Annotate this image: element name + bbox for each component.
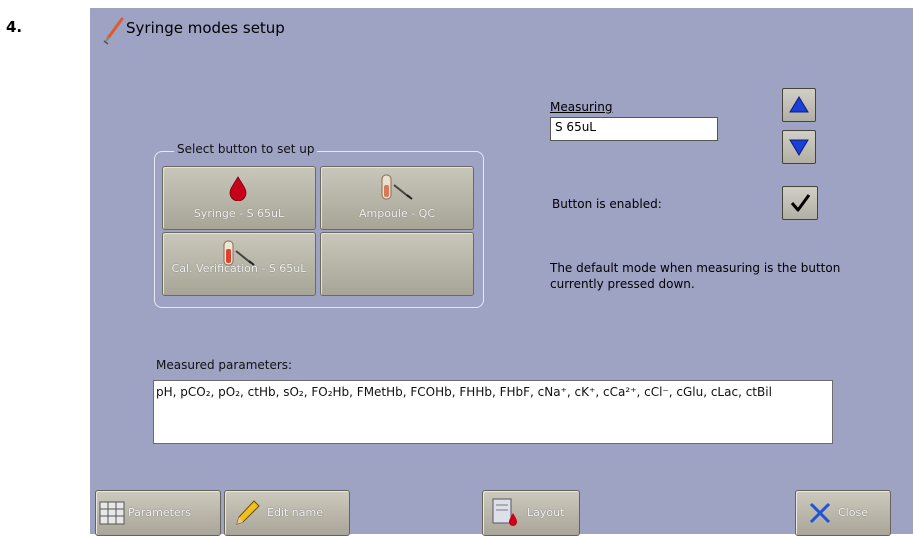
move-up-button[interactable] bbox=[782, 88, 816, 122]
blood-drop-icon bbox=[227, 175, 249, 205]
analyzer-screen: Syringe modes setup Select button to set… bbox=[90, 8, 913, 536]
syringe-icon bbox=[100, 16, 128, 46]
layout-button-label: Layout bbox=[527, 506, 565, 519]
window-title: Syringe modes setup bbox=[126, 19, 285, 37]
default-mode-note: The default mode when measuring is the b… bbox=[550, 261, 841, 291]
syringe-mode-label: Syringe - S 65uL bbox=[193, 207, 285, 220]
close-button-label: Close bbox=[838, 506, 868, 519]
step-number: 4. bbox=[6, 18, 23, 36]
edit-name-button[interactable]: Edit name bbox=[224, 490, 350, 536]
ampoule-mode-label: Ampoule - QC bbox=[358, 207, 436, 220]
ampoule-icon bbox=[379, 173, 415, 207]
checkmark-icon bbox=[789, 192, 811, 218]
parameters-button-label: Parameters bbox=[128, 506, 191, 519]
grid-icon bbox=[99, 501, 125, 529]
syringe-mode-button[interactable]: Syringe - S 65uL bbox=[162, 166, 316, 230]
layout-icon bbox=[491, 497, 521, 533]
edit-name-button-label: Edit name bbox=[267, 506, 323, 519]
measured-parameters-field[interactable]: pH, pCO₂, pO₂, ctHb, sO₂, FO₂Hb, FMetHb,… bbox=[153, 380, 833, 444]
layout-button[interactable]: Layout bbox=[482, 490, 580, 536]
close-button[interactable]: Close bbox=[795, 490, 891, 536]
measuring-label: Measuring bbox=[550, 100, 613, 114]
cal-verification-mode-button[interactable]: Cal. Verification - S 65uL bbox=[162, 232, 316, 296]
empty-mode-button[interactable] bbox=[320, 232, 474, 296]
select-group-legend: Select button to set up bbox=[174, 142, 318, 156]
arrow-up-icon bbox=[789, 96, 809, 118]
measuring-name-field[interactable]: S 65uL bbox=[550, 117, 718, 141]
button-enabled-label: Button is enabled: bbox=[552, 197, 662, 211]
button-enabled-checkbox[interactable] bbox=[782, 186, 818, 220]
move-down-button[interactable] bbox=[782, 130, 816, 164]
parameters-button[interactable]: Parameters bbox=[95, 490, 221, 536]
arrow-down-icon bbox=[789, 138, 809, 160]
cal-verification-mode-label: Cal. Verification - S 65uL bbox=[171, 262, 307, 275]
ampoule-mode-button[interactable]: Ampoule - QC bbox=[320, 166, 474, 230]
close-icon bbox=[808, 501, 832, 529]
pencil-icon bbox=[233, 499, 261, 531]
measured-parameters-label: Measured parameters: bbox=[156, 358, 293, 372]
